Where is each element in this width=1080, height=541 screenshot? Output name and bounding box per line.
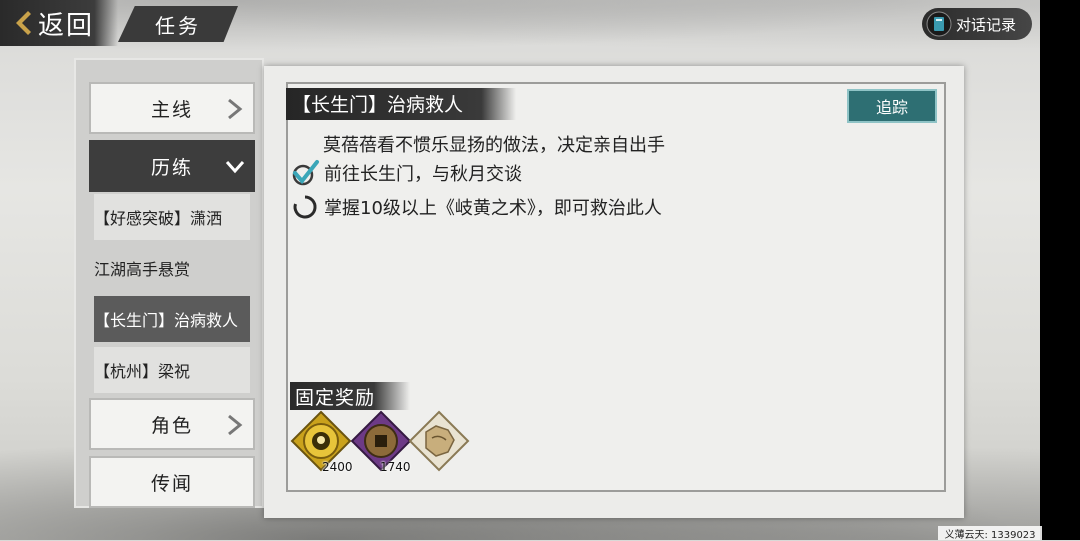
chevron-right-icon bbox=[228, 98, 243, 120]
objective-item: 掌握10级以上《岐黄之术》，即可救治此人 bbox=[290, 192, 662, 222]
tab-label: 角色 bbox=[150, 414, 193, 437]
map-scroll-icon[interactable] bbox=[408, 410, 470, 472]
quest-description: 莫蓓蓓看不惯乐显扬的做法，决定亲自出手 bbox=[323, 135, 665, 156]
dialog-log-button[interactable]: 对话记录 bbox=[922, 8, 1032, 40]
back-label: 返回 bbox=[38, 10, 95, 41]
quest-item[interactable]: 江湖高手悬赏 bbox=[94, 245, 250, 291]
player-info: 义薄云天: 1339023 bbox=[938, 526, 1042, 541]
back-button[interactable]: 返回 bbox=[0, 0, 118, 46]
tab-label: 传闻 bbox=[150, 472, 193, 495]
track-button[interactable]: 追踪 bbox=[847, 89, 937, 123]
chevron-down-icon bbox=[225, 161, 245, 174]
quest-item[interactable]: 【好感突破】潇洒 bbox=[94, 194, 250, 240]
book-icon bbox=[926, 11, 952, 37]
screen-edge bbox=[1040, 0, 1080, 540]
tab-label: 历练 bbox=[150, 156, 193, 179]
rewards-title: 固定奖励 bbox=[295, 387, 376, 409]
quest-item-label: 【长生门】治病救人 bbox=[94, 311, 239, 330]
track-label: 追踪 bbox=[875, 98, 908, 117]
page-title: 任务 bbox=[118, 6, 238, 42]
chevron-left-icon bbox=[16, 11, 31, 35]
quest-item-label: 【好感突破】潇洒 bbox=[94, 209, 223, 228]
chevron-right-icon bbox=[228, 414, 243, 436]
tab-label: 主线 bbox=[150, 98, 193, 121]
progress-ring-icon bbox=[293, 195, 317, 219]
objective-text: 掌握10级以上《岐黄之术》，即可救治此人 bbox=[324, 198, 662, 219]
page-title-text: 任务 bbox=[155, 13, 201, 38]
quest-title: 【长生门】治病救人 bbox=[292, 94, 464, 116]
quest-item[interactable]: 【杭州】梁祝 bbox=[94, 347, 250, 393]
reward-count: 2400 bbox=[322, 460, 353, 474]
objective-item: 前往长生门，与秋月交谈 bbox=[290, 158, 522, 188]
tab-rumors[interactable]: 传闻 bbox=[89, 456, 255, 508]
dialog-log-label: 对话记录 bbox=[956, 15, 1017, 34]
objective-text: 前往长生门，与秋月交谈 bbox=[324, 164, 522, 185]
tab-character[interactable]: 角色 bbox=[89, 398, 255, 450]
check-icon bbox=[292, 160, 319, 186]
tab-experience[interactable]: 历练 bbox=[89, 140, 255, 192]
quest-item-label: 江湖高手悬赏 bbox=[94, 260, 191, 279]
reward-count: 1740 bbox=[380, 460, 411, 474]
quest-item-selected[interactable]: 【长生门】治病救人 bbox=[94, 296, 250, 342]
quest-item-label: 【杭州】梁祝 bbox=[94, 362, 191, 381]
tab-main-story[interactable]: 主线 bbox=[89, 82, 255, 134]
